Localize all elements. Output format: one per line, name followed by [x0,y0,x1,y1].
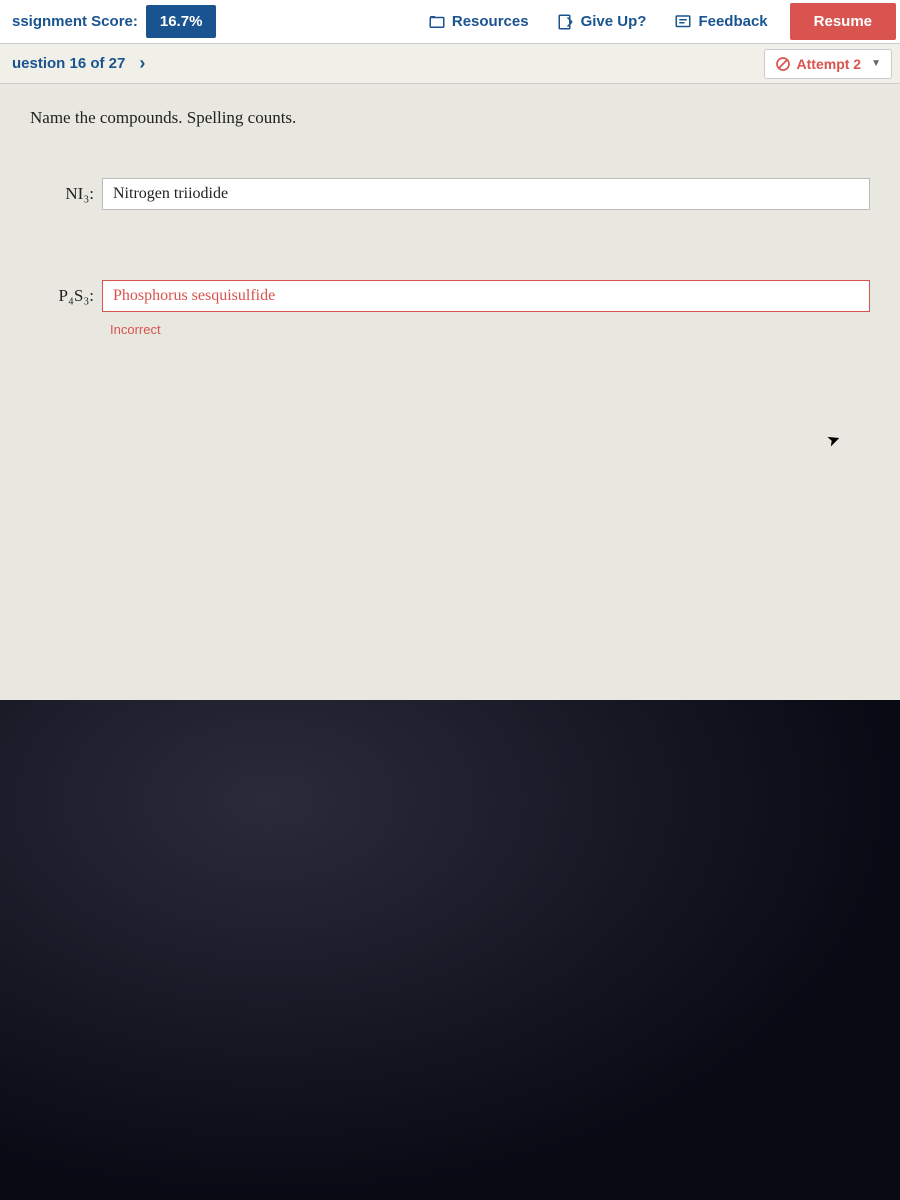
compound-row: NI₃: [30,178,870,210]
feedback-label: Feedback [698,13,767,30]
chevron-right-icon[interactable]: › [133,53,151,74]
prohibit-icon [775,56,791,72]
resources-label: Resources [452,13,529,30]
feedback-button[interactable]: Feedback [660,5,781,39]
giveup-label: Give Up? [581,13,647,30]
top-bar: ssignment Score: 16.7% Resources Give Up… [0,0,900,44]
compound-input-2[interactable] [102,280,870,312]
feedback-icon [674,13,692,31]
question-prompt: Name the compounds. Spelling counts. [30,108,870,128]
resume-button[interactable]: Resume [790,3,896,40]
compound-block-1: NI₃: [30,178,870,210]
resources-button[interactable]: Resources [414,5,543,39]
question-bar: uestion 16 of 27 › Attempt 2 ▼ [0,44,900,84]
compound-formula-2: P₄S₃: [30,286,102,306]
app-screen: ssignment Score: 16.7% Resources Give Up… [0,0,900,700]
mouse-cursor-icon: ➤ [824,428,843,451]
attempt-dropdown[interactable]: Attempt 2 ▼ [764,49,892,79]
incorrect-label: Incorrect [110,322,870,337]
giveup-button[interactable]: Give Up? [543,5,661,39]
question-content: Name the compounds. Spelling counts. NI₃… [0,84,900,431]
compound-block-2: P₄S₃: Incorrect [30,280,870,337]
assignment-score-value: 16.7% [146,5,217,38]
chevron-down-icon: ▼ [871,58,881,69]
compound-input-1[interactable] [102,178,870,210]
exit-icon [557,13,575,31]
compound-row: P₄S₃: [30,280,870,312]
attempt-label: Attempt 2 [797,56,862,72]
assignment-score-label: ssignment Score: [4,13,146,30]
physical-keyboard-backdrop [0,700,900,1200]
folder-icon [428,13,446,31]
question-number-label: uestion 16 of 27 [4,55,133,72]
compound-formula-1: NI₃: [30,184,102,204]
